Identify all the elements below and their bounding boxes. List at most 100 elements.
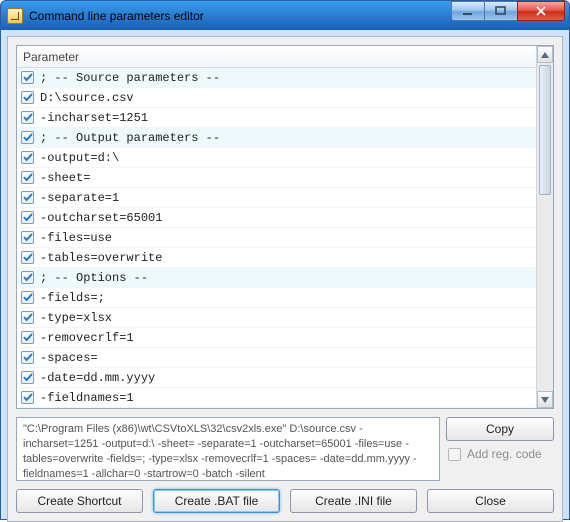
list-item[interactable]: -spaces= xyxy=(17,348,536,368)
list-item[interactable]: -incharset=1251 xyxy=(17,108,536,128)
row-checkbox[interactable] xyxy=(21,171,34,184)
row-text: -outcharset=65001 xyxy=(40,211,162,225)
list-item[interactable]: D:\source.csv xyxy=(17,88,536,108)
row-text: -separate=1 xyxy=(40,191,119,205)
create-ini-button[interactable]: Create .INI file xyxy=(290,489,417,513)
check-icon xyxy=(23,113,33,122)
row-text: -tables=overwrite xyxy=(40,251,162,265)
check-icon xyxy=(23,73,33,82)
create-ini-label: Create .INI file xyxy=(315,494,392,508)
list-item[interactable]: -fieldnames=1 xyxy=(17,388,536,408)
row-checkbox[interactable] xyxy=(21,151,34,164)
check-icon xyxy=(23,393,33,402)
row-text: -fields=; xyxy=(40,291,105,305)
row-text: -output=d:\ xyxy=(40,151,119,165)
add-reg-code-label: Add reg. code xyxy=(467,447,542,461)
titlebar[interactable]: Command line parameters editor xyxy=(0,0,570,30)
row-checkbox[interactable] xyxy=(21,291,34,304)
check-icon xyxy=(23,373,33,382)
command-line-textbox[interactable]: "C:\Program Files (x86)\wt\CSVtoXLS\32\c… xyxy=(16,417,440,481)
close-label: Close xyxy=(475,494,506,508)
list-item[interactable]: -fields=; xyxy=(17,288,536,308)
list-item[interactable]: -output=d:\ xyxy=(17,148,536,168)
row-text: -incharset=1251 xyxy=(40,111,148,125)
row-checkbox[interactable] xyxy=(21,91,34,104)
list-item[interactable]: -sheet= xyxy=(17,168,536,188)
check-icon xyxy=(23,353,33,362)
list-item[interactable]: -removecrlf=1 xyxy=(17,328,536,348)
row-checkbox[interactable] xyxy=(21,271,34,284)
list-item[interactable]: ; -- Source parameters -- xyxy=(17,68,536,88)
vertical-scrollbar[interactable] xyxy=(536,46,553,408)
create-bat-label: Create .BAT file xyxy=(175,494,259,508)
scroll-down-button[interactable] xyxy=(537,391,553,408)
scrollbar-track[interactable] xyxy=(537,63,553,391)
row-text: -files=use xyxy=(40,231,112,245)
row-checkbox[interactable] xyxy=(21,111,34,124)
check-icon xyxy=(23,293,33,302)
row-text: -spaces= xyxy=(40,351,98,365)
row-checkbox[interactable] xyxy=(21,251,34,264)
row-text: -type=xlsx xyxy=(40,311,112,325)
copy-button-label: Copy xyxy=(486,422,514,436)
row-text: ; -- Options -- xyxy=(40,271,148,285)
parameter-list[interactable]: Parameter ; -- Source parameters -- D:\so… xyxy=(16,45,554,409)
row-checkbox[interactable] xyxy=(21,71,34,84)
row-checkbox[interactable] xyxy=(21,191,34,204)
list-item[interactable]: ; -- Output parameters -- xyxy=(17,128,536,148)
maximize-button[interactable] xyxy=(484,1,518,21)
check-icon xyxy=(23,133,33,142)
check-icon xyxy=(23,213,33,222)
row-text: -removecrlf=1 xyxy=(40,331,134,345)
maximize-icon xyxy=(495,6,507,16)
close-button[interactable]: Close xyxy=(427,489,554,513)
check-icon xyxy=(23,333,33,342)
row-checkbox[interactable] xyxy=(21,371,34,384)
chevron-up-icon xyxy=(541,52,549,58)
column-header-parameter[interactable]: Parameter xyxy=(17,46,536,68)
window-title: Command line parameters editor xyxy=(29,9,204,23)
scrollbar-thumb[interactable] xyxy=(539,65,551,195)
row-text: -date=dd.mm.yyyy xyxy=(40,371,155,385)
row-checkbox[interactable] xyxy=(21,351,34,364)
row-text: ; -- Source parameters -- xyxy=(40,71,220,85)
scroll-up-button[interactable] xyxy=(537,46,553,63)
row-checkbox[interactable] xyxy=(21,311,34,324)
list-item[interactable]: ; -- Options -- xyxy=(17,268,536,288)
list-item[interactable]: -date=dd.mm.yyyy xyxy=(17,368,536,388)
copy-button[interactable]: Copy xyxy=(446,417,554,441)
list-item[interactable]: -outcharset=65001 xyxy=(17,208,536,228)
row-text: ; -- Output parameters -- xyxy=(40,131,220,145)
row-text: -fieldnames=1 xyxy=(40,391,134,405)
chevron-down-icon xyxy=(541,397,549,403)
check-icon xyxy=(23,313,33,322)
row-text: -sheet= xyxy=(40,171,90,185)
app-icon xyxy=(7,8,23,24)
row-checkbox[interactable] xyxy=(21,391,34,404)
row-checkbox[interactable] xyxy=(21,331,34,344)
check-icon xyxy=(23,153,33,162)
close-window-button[interactable] xyxy=(517,1,565,21)
create-shortcut-label: Create Shortcut xyxy=(37,494,121,508)
list-item[interactable]: -type=xlsx xyxy=(17,308,536,328)
checkbox-disabled-icon xyxy=(448,448,461,461)
column-header-label: Parameter xyxy=(23,50,79,64)
close-icon xyxy=(535,6,547,16)
list-item[interactable]: -tables=overwrite xyxy=(17,248,536,268)
row-checkbox[interactable] xyxy=(21,131,34,144)
create-shortcut-button[interactable]: Create Shortcut xyxy=(16,489,143,513)
list-item[interactable]: -files=use xyxy=(17,228,536,248)
check-icon xyxy=(23,93,33,102)
check-icon xyxy=(23,273,33,282)
row-checkbox[interactable] xyxy=(21,231,34,244)
row-text: D:\source.csv xyxy=(40,91,134,105)
check-icon xyxy=(23,233,33,242)
check-icon xyxy=(23,193,33,202)
minimize-button[interactable] xyxy=(451,1,485,21)
list-item[interactable]: -separate=1 xyxy=(17,188,536,208)
row-checkbox[interactable] xyxy=(21,211,34,224)
minimize-icon xyxy=(462,6,474,16)
create-bat-button[interactable]: Create .BAT file xyxy=(153,489,280,513)
check-icon xyxy=(23,173,33,182)
check-icon xyxy=(23,253,33,262)
